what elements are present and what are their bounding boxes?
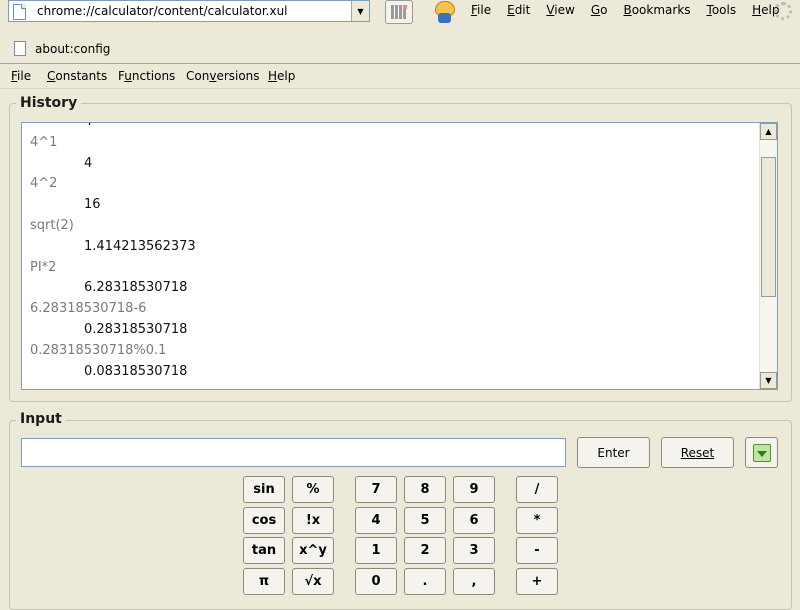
input-label: Input bbox=[16, 411, 66, 427]
key-digit-10[interactable]: . bbox=[404, 568, 446, 595]
key-digit-6[interactable]: 1 bbox=[355, 537, 397, 564]
key-digit-2[interactable]: 9 bbox=[453, 476, 495, 503]
key-function-0[interactable]: sin bbox=[243, 476, 285, 503]
scroll-down-icon[interactable]: ▼ bbox=[760, 372, 777, 389]
history-list[interactable]: 44^144^216sqrt(2)1.414213562373PI*26.283… bbox=[21, 122, 778, 390]
menu-item-conversions[interactable]: Conversions bbox=[186, 69, 260, 83]
expression-input[interactable] bbox=[21, 438, 566, 467]
key-function-6[interactable]: π bbox=[243, 568, 285, 595]
throbber-icon bbox=[774, 2, 792, 20]
key-digit-1[interactable]: 8 bbox=[404, 476, 446, 503]
calculator-toolbar-button[interactable] bbox=[385, 0, 413, 24]
page-icon bbox=[13, 4, 26, 20]
key-function-5[interactable]: x^y bbox=[292, 537, 334, 564]
key-function-4[interactable]: tan bbox=[243, 537, 285, 564]
browser-toolbar: chrome://calculator/content/calculator.x… bbox=[0, 0, 800, 26]
browser-menu-file[interactable]: File bbox=[471, 3, 491, 17]
history-expression[interactable]: 4^1 bbox=[22, 133, 762, 154]
menu-item-constants[interactable]: Constants bbox=[47, 69, 107, 83]
key-operator-2[interactable]: - bbox=[516, 537, 558, 564]
browser-menu-tools[interactable]: Tools bbox=[707, 3, 737, 17]
key-digit-7[interactable]: 2 bbox=[404, 537, 446, 564]
calculator-icon bbox=[391, 5, 407, 19]
tab-strip: about:config bbox=[0, 37, 800, 63]
scroll-thumb[interactable] bbox=[761, 157, 776, 297]
mozilla-mascot-icon bbox=[431, 0, 457, 24]
url-dropdown-icon[interactable]: ▼ bbox=[351, 1, 369, 21]
key-digit-9[interactable]: 0 bbox=[355, 568, 397, 595]
history-expression[interactable]: PI*2 bbox=[22, 258, 762, 279]
key-operator-0[interactable]: / bbox=[516, 476, 558, 503]
key-operator-3[interactable]: + bbox=[516, 568, 558, 595]
history-result[interactable]: 0.08318530718 bbox=[22, 362, 762, 383]
history-scrollbar[interactable]: ▲ ▼ bbox=[759, 123, 777, 389]
history-result[interactable]: 0.28318530718 bbox=[22, 320, 762, 341]
download-arrow-icon bbox=[752, 443, 771, 462]
key-function-1[interactable]: % bbox=[292, 476, 334, 503]
key-function-2[interactable]: cos bbox=[243, 507, 285, 534]
calculator-menubar: File Constants Functions Conversions Help bbox=[0, 64, 800, 89]
browser-menubar: File Edit View Go Bookmarks Tools Help bbox=[471, 3, 795, 17]
scroll-up-icon[interactable]: ▲ bbox=[760, 123, 777, 140]
menu-item-help[interactable]: Help bbox=[268, 69, 295, 83]
browser-menu-view[interactable]: View bbox=[546, 3, 574, 17]
browser-menu-edit[interactable]: Edit bbox=[507, 3, 530, 17]
history-result[interactable]: 4 bbox=[22, 154, 762, 175]
key-digit-11[interactable]: , bbox=[453, 568, 495, 595]
insert-result-button[interactable] bbox=[745, 437, 778, 468]
history-expression[interactable]: sqrt(2) bbox=[22, 216, 762, 237]
tab-title[interactable]: about:config bbox=[35, 42, 110, 56]
history-result[interactable]: 6.28318530718 bbox=[22, 278, 762, 299]
browser-menu-bookmarks[interactable]: Bookmarks bbox=[623, 3, 690, 17]
url-bar[interactable]: chrome://calculator/content/calculator.x… bbox=[8, 0, 370, 22]
key-operator-1[interactable]: * bbox=[516, 507, 558, 534]
history-result[interactable]: 1.414213562373 bbox=[22, 237, 762, 258]
browser-menu-go[interactable]: Go bbox=[591, 3, 608, 17]
reset-button[interactable]: Reset bbox=[661, 437, 734, 468]
history-expression[interactable]: 0.28318530718%0.1 bbox=[22, 341, 762, 362]
key-digit-4[interactable]: 5 bbox=[404, 507, 446, 534]
key-digit-8[interactable]: 3 bbox=[453, 537, 495, 564]
key-digit-0[interactable]: 7 bbox=[355, 476, 397, 503]
history-expression[interactable]: 6.28318530718-6 bbox=[22, 299, 762, 320]
url-text: chrome://calculator/content/calculator.x… bbox=[37, 4, 288, 18]
tab-page-icon bbox=[14, 41, 26, 56]
key-digit-3[interactable]: 4 bbox=[355, 507, 397, 534]
key-digit-5[interactable]: 6 bbox=[453, 507, 495, 534]
history-expression[interactable]: 4^2 bbox=[22, 174, 762, 195]
menu-item-functions[interactable]: Functions bbox=[118, 69, 175, 83]
menu-item-file[interactable]: File bbox=[11, 69, 31, 83]
history-result[interactable]: 16 bbox=[22, 195, 762, 216]
key-function-3[interactable]: !x bbox=[292, 507, 334, 534]
history-label: History bbox=[16, 95, 82, 111]
key-function-7[interactable]: √x bbox=[292, 568, 334, 595]
enter-button[interactable]: Enter bbox=[577, 437, 650, 468]
history-result[interactable]: 4 bbox=[22, 123, 762, 133]
